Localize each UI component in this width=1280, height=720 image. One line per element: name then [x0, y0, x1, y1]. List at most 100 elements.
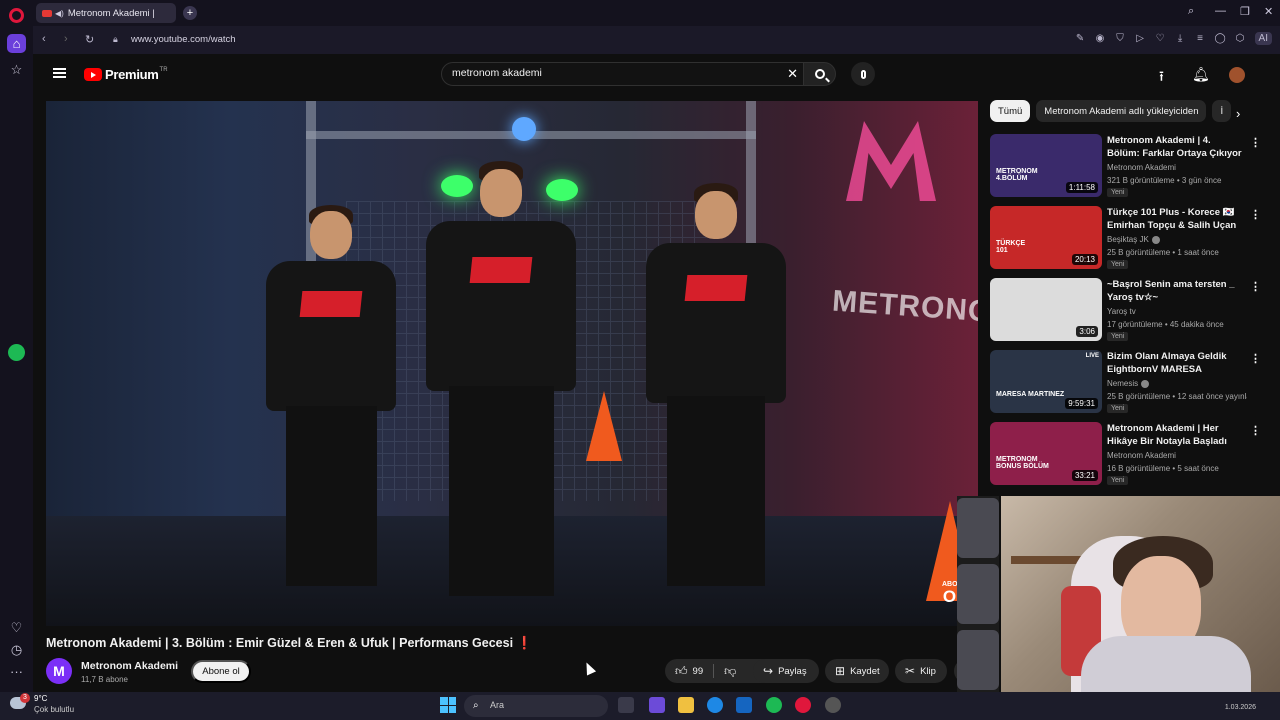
- forward-icon[interactable]: ›: [64, 33, 68, 45]
- spotify-icon[interactable]: [8, 344, 25, 361]
- file-explorer-icon[interactable]: [678, 697, 694, 713]
- more-options-icon[interactable]: ⋮: [1250, 280, 1261, 293]
- search-button[interactable]: [803, 62, 836, 86]
- minimize-icon[interactable]: —: [1215, 5, 1226, 17]
- opera-taskbar-icon[interactable]: [795, 697, 811, 713]
- related-channel[interactable]: Yaroş tv: [1107, 307, 1136, 316]
- related-channel[interactable]: Metronom Akademi: [1107, 451, 1176, 460]
- related-video-item[interactable]: MARESA MARTINEZ LIVE 9:59:31 Bizim Olanı Al…: [990, 350, 1261, 414]
- thumbnail[interactable]: METRONOM 4.BÖLÜM 1:11:58: [990, 134, 1102, 197]
- save-button[interactable]: ⊞ Kaydet: [825, 659, 889, 683]
- related-channel[interactable]: Metronom Akademi: [1107, 163, 1176, 172]
- metronom-m-sign: [846, 121, 936, 201]
- maximize-icon[interactable]: ❐: [1240, 5, 1250, 18]
- reload-icon[interactable]: ↻: [85, 33, 94, 46]
- shield-icon[interactable]: ⛉: [1115, 33, 1126, 44]
- camera-icon[interactable]: ◉: [1095, 33, 1106, 44]
- clear-search-icon[interactable]: ✕: [787, 66, 798, 82]
- upload-icon[interactable]: ⭱: [1159, 66, 1164, 90]
- related-channel[interactable]: Nemesis: [1107, 379, 1150, 388]
- lock-icon[interactable]: 🔒︎: [113, 34, 118, 45]
- clip-button[interactable]: ✂ Klip: [895, 659, 947, 683]
- like-button[interactable]: 👍︎ 99: [665, 659, 713, 683]
- chip-related[interactable]: İ: [1212, 100, 1232, 122]
- weather-condition[interactable]: Çok bulutlu: [34, 705, 74, 714]
- chip-from-uploader[interactable]: Metronom Akademi adlı yükleyiciden: [1036, 100, 1207, 122]
- temperature[interactable]: 9°C: [34, 694, 47, 703]
- youtube-logo[interactable]: Premium TR: [84, 67, 168, 82]
- related-title[interactable]: Türkçe 101 Plus - Korece 🇰🇷 Emirhan Topç…: [1107, 206, 1242, 232]
- clock[interactable]: 1.03.2026: [1225, 704, 1256, 711]
- spotify-taskbar-icon[interactable]: [766, 697, 782, 713]
- related-channel[interactable]: Beşiktaş JK: [1107, 235, 1160, 244]
- thumbnail[interactable]: [957, 498, 999, 558]
- thumbnail[interactable]: 3:06: [990, 278, 1102, 341]
- play-icon[interactable]: ▷: [1135, 33, 1146, 44]
- ai-button[interactable]: AI: [1254, 32, 1272, 45]
- edge-icon[interactable]: [707, 697, 723, 713]
- profile-icon[interactable]: ◯: [1215, 33, 1226, 44]
- thumbnail[interactable]: MARESA MARTINEZ LIVE 9:59:31: [990, 350, 1102, 413]
- pinboard-icon[interactable]: ☆: [7, 60, 26, 79]
- new-tab-button[interactable]: +: [183, 6, 197, 20]
- account-avatar[interactable]: [1229, 67, 1245, 83]
- notifications-bell-icon[interactable]: 🔔︎: [1192, 66, 1210, 83]
- dislike-button[interactable]: 👎︎: [714, 659, 751, 683]
- tab-youtube[interactable]: ◀) Metronom Akademi |: [36, 3, 176, 23]
- share-button[interactable]: ↪ Paylaş: [753, 659, 819, 683]
- related-title[interactable]: Metronom Akademi | Her Hikâye Bir Notayl…: [1107, 422, 1242, 448]
- heart-icon[interactable]: ♡: [7, 618, 26, 637]
- copilot-icon[interactable]: [649, 697, 665, 713]
- heart-icon[interactable]: ♡: [1155, 33, 1166, 44]
- more-icon[interactable]: ···: [7, 662, 26, 681]
- url-field[interactable]: www.youtube.com/watch: [131, 34, 236, 45]
- hamburger-menu-icon[interactable]: [53, 68, 66, 78]
- chevron-right-icon[interactable]: ›: [1236, 106, 1240, 121]
- back-icon[interactable]: ‹: [42, 33, 46, 45]
- thumbnail[interactable]: [957, 630, 999, 690]
- edit-icon[interactable]: ✎: [1075, 33, 1086, 44]
- duration-badge: 1:11:58: [1065, 182, 1098, 193]
- video-player[interactable]: METRONOM ABONE OL: [46, 101, 978, 626]
- voice-search-button[interactable]: [851, 62, 875, 86]
- filter-chips: Tümü Metronom Akademi adlı yükleyiciden …: [990, 100, 1232, 122]
- channel-name[interactable]: Metronom Akademi: [81, 660, 178, 672]
- opera-logo-icon[interactable]: [9, 8, 24, 23]
- cube-icon[interactable]: ⬡: [1235, 33, 1246, 44]
- related-video-item[interactable]: TÜRKÇE 101 20:13 Türkçe 101 Plus - Korece …: [990, 206, 1261, 270]
- channel-avatar[interactable]: M: [46, 658, 72, 684]
- related-title[interactable]: Bizim Olanı Almaya Geldik EightbornV MAR…: [1107, 350, 1242, 376]
- menu-icon[interactable]: ≡: [1195, 33, 1206, 44]
- thumbnail[interactable]: METRONOM BONUS BÖLÜM 33:21: [990, 422, 1102, 485]
- more-options-icon[interactable]: ⋮: [1250, 352, 1261, 365]
- related-title[interactable]: ~Başrol Senin ama tersten _ Yaroş tv☆~: [1107, 278, 1242, 304]
- taskbar-search-placeholder: Ara: [490, 700, 505, 710]
- search-tabs-icon[interactable]: ⌕: [1188, 5, 1194, 18]
- more-options-icon[interactable]: ⋮: [1250, 424, 1261, 437]
- new-badge: Yeni: [1107, 332, 1129, 341]
- exclamation-emoji: ❗: [516, 636, 533, 650]
- more-options-icon[interactable]: ⋮: [1250, 136, 1261, 149]
- related-video-item[interactable]: METRONOM 4.BÖLÜM 1:11:58 Metronom Akademi …: [990, 134, 1261, 198]
- search-input[interactable]: [452, 67, 772, 79]
- history-icon[interactable]: ◷: [7, 640, 26, 659]
- more-options-icon[interactable]: ⋮: [1250, 208, 1261, 221]
- related-video-item[interactable]: 3:06 ~Başrol Senin ama tersten _ Yaroş tv…: [990, 278, 1261, 342]
- windows-start-icon[interactable]: [440, 697, 456, 713]
- home-icon[interactable]: ⌂: [7, 34, 26, 53]
- thumbnail[interactable]: TÜRKÇE 101 20:13: [990, 206, 1102, 269]
- taskbar-search[interactable]: ⌕ Ara: [464, 695, 608, 717]
- tab-bar: ◀) Metronom Akademi | + ⌕ — ❐ ✕: [33, 0, 1280, 26]
- chip-all[interactable]: Tümü: [990, 100, 1031, 122]
- related-video-item[interactable]: METRONOM BONUS BÖLÜM 33:21 Metronom Akadem…: [990, 422, 1261, 486]
- subscribe-button[interactable]: Abone ol: [191, 660, 251, 683]
- related-title[interactable]: Metronom Akademi | 4. Bölüm: Farklar Ort…: [1107, 134, 1242, 160]
- thumbs-up-icon: 👍︎: [675, 663, 688, 678]
- thumbnail[interactable]: [957, 564, 999, 624]
- speaker-icon[interactable]: ◀): [55, 9, 64, 18]
- close-window-icon[interactable]: ✕: [1264, 5, 1273, 18]
- task-view-icon[interactable]: [618, 697, 634, 713]
- download-icon[interactable]: ⤓: [1175, 33, 1186, 44]
- app-icon[interactable]: [825, 697, 841, 713]
- store-icon[interactable]: [736, 697, 752, 713]
